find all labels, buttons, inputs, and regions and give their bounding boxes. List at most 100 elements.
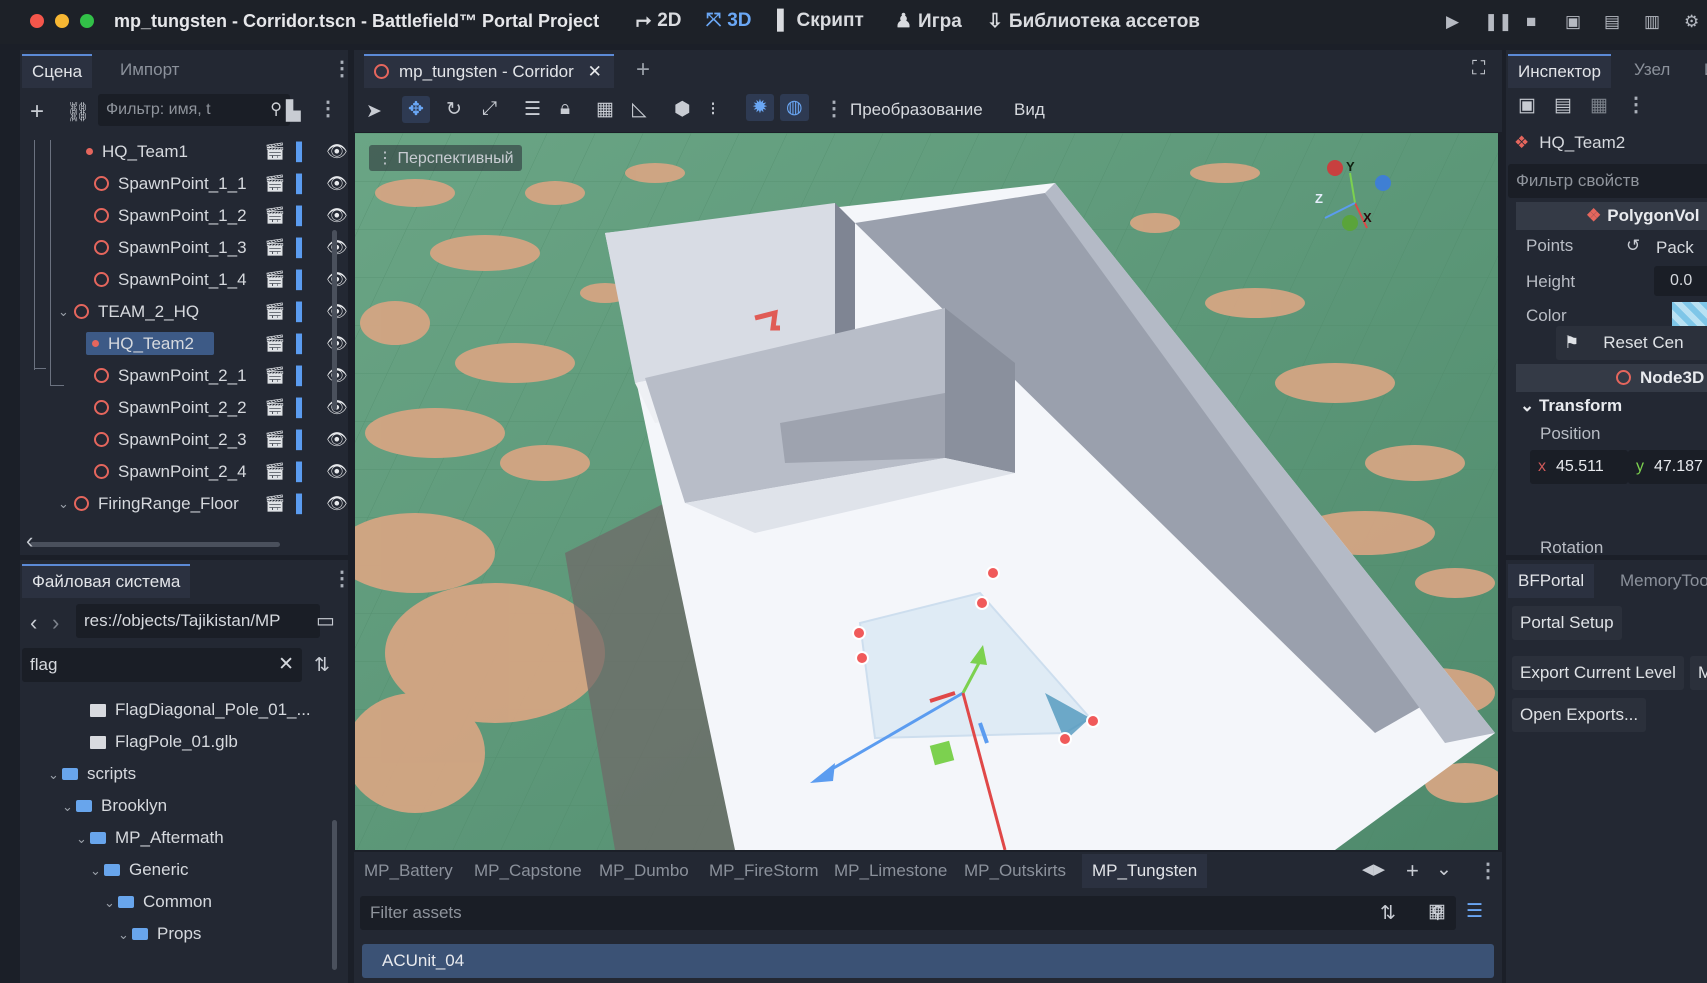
select-tool-icon[interactable]: ➤ [366,100,382,123]
remote-debug-icon[interactable]: ▣ [1565,12,1581,32]
play-scene-icon[interactable]: ▤ [1604,12,1620,32]
asset-tab[interactable]: MP_Battery [354,854,463,888]
file-tree-item[interactable]: ⌄ Generic [90,854,189,886]
move-tool-icon[interactable]: ✥ [402,96,430,123]
scene-tools-menu-icon[interactable]: ⋮ [318,96,338,121]
chevron-left-icon[interactable]: ‹ [26,528,33,554]
script-icon[interactable]: ▌ [296,360,308,392]
grid-view-icon[interactable]: ▦ [1428,900,1446,923]
back-icon[interactable]: ‹ [30,610,37,636]
scene-tree-item[interactable]: SpawnPoint_1_1 🎬︎ ▌ 👁︎ [44,168,354,200]
height-field[interactable]: 0.0 [1654,266,1707,296]
file-tree-item[interactable]: ⌄ Common [104,886,212,918]
script-icon[interactable]: ▌ [296,424,308,456]
tab-scene-file[interactable]: mp_tungsten - Corridor ✕ [364,54,614,88]
scene-instance-icon[interactable]: 🎬︎ [264,136,286,168]
inspected-node[interactable]: ❖ HQ_Team2 [1514,126,1707,160]
asset-tab[interactable]: MP_FireStorm [699,854,829,888]
tab-scene[interactable]: Сцена [22,54,93,88]
scene-tree-item[interactable]: ⌄TEAM_2_HQ🎬︎▌👁︎ [44,296,354,328]
visibility-eye-icon[interactable]: 👁︎ [326,168,348,200]
tab-import[interactable]: Импорт [110,54,189,86]
maximize-window-button[interactable] [80,14,94,28]
distraction-free-icon[interactable]: ⛶ [1472,58,1485,80]
file-tree-item[interactable]: FlagPole_01.glb [76,726,238,758]
clear-search-icon[interactable]: ✕ [278,648,294,682]
scene-instance-icon[interactable]: 🎬︎ [264,360,286,392]
new-tab-icon[interactable]: + [636,56,650,84]
new-resource-icon[interactable]: ▣ [1518,94,1536,117]
transform-menu[interactable]: Преобразование [850,100,983,120]
chevron-down-icon[interactable]: ⌄ [90,855,104,887]
visibility-eye-icon[interactable]: 👁︎ [326,200,348,232]
snap-icon[interactable]: ⁝ [710,98,716,121]
tab-history[interactable]: И [1694,54,1707,86]
movie-maker-icon[interactable]: ⚙ [1684,12,1699,32]
node3d-header[interactable]: Node3D [1516,364,1707,392]
color-swatch[interactable] [1672,302,1707,326]
file-tree-item[interactable]: FlagDiagonal_Pole_01_... [76,694,311,726]
sort-icon[interactable]: ⇅ [314,654,330,677]
3d-viewport[interactable]: ⋮ Перспективный Y Z X [355,133,1498,850]
file-tree-scrollbar[interactable] [332,820,337,970]
script-icon[interactable]: ▌ [296,392,308,424]
scene-tree-item[interactable]: SpawnPoint_2_3 🎬︎ ▌ 👁︎ [44,424,354,456]
scene-instance-icon[interactable]: 🎬︎ [264,424,286,456]
scene-tree-item[interactable]: HQ_Team2🎬︎▌👁︎ [44,328,354,360]
export-current-level-button[interactable]: Export Current Level [1512,656,1684,690]
visibility-eye-icon[interactable]: 👁︎ [326,136,348,168]
split-view-icon[interactable]: ▭ [316,608,335,633]
open-exports-button[interactable]: Open Exports... [1512,698,1647,732]
close-tab-icon[interactable]: ✕ [588,56,602,88]
chevron-down-icon[interactable]: ⌄ [118,919,132,951]
path-field[interactable]: res://objects/Tajikistan/MP [76,604,320,638]
local-space-icon[interactable]: ⬢ [674,98,691,121]
filesystem-menu-icon[interactable]: ⋮ [332,566,352,591]
script-icon[interactable]: ▌ [296,232,308,264]
asset-tab[interactable]: MP_Outskirts [954,854,1076,888]
list-select-icon[interactable]: ☰ [524,98,541,121]
visibility-eye-icon[interactable]: 👁︎ [326,424,348,456]
ruler-icon[interactable]: ◺ [632,98,647,121]
scene-tree-item[interactable]: SpawnPoint_2_4 🎬︎ ▌ 👁︎ [44,456,354,488]
inspector-menu-icon[interactable]: ⋮ [1626,92,1646,117]
tab-inspector[interactable]: Инспектор [1508,54,1611,88]
tab-filesystem[interactable]: Файловая система [22,564,191,598]
lock-icon[interactable]: 🔒︎ [560,98,570,120]
scene-dock-menu-icon[interactable]: ⋮ [332,56,352,81]
scene-tree-item[interactable]: SpawnPoint_2_2🎬︎▌👁︎ [44,392,354,424]
mode-asset-library-button[interactable]: ⇩ Библиотека ассетов [987,10,1200,33]
transform-section[interactable]: ⌄ Transform [1520,396,1622,416]
group-icon[interactable]: ▦ [596,98,614,121]
asset-tab[interactable]: MP_Limestone [824,854,957,888]
scene-instance-icon[interactable]: 🎬︎ [264,296,286,328]
scene-tree-item[interactable]: ⌄ FiringRange_Floor 🎬︎ ▌ 👁︎ [44,488,354,520]
scene-tree-hscrollbar[interactable] [30,542,280,547]
position-y-field[interactable]: y 47.187 [1628,450,1707,484]
perspective-menu[interactable]: ⋮ Перспективный [369,145,522,171]
mode-3d-button[interactable]: ⤧ 3D [706,10,752,32]
asset-tab[interactable]: MP_Dumbo [589,854,699,888]
chevron-down-icon[interactable]: ⌄ [58,296,72,328]
mode-game-button[interactable]: ♟ Игра [895,10,962,33]
property-filter-input[interactable]: Фильтр свойств [1508,164,1707,198]
link-icon[interactable]: ⛓ [66,100,90,124]
asset-menu-icon[interactable]: ⋮ [1478,858,1498,883]
environment-preview-icon[interactable]: ◍ [780,94,809,121]
points-value[interactable]: Pack [1656,238,1694,258]
script-icon[interactable]: ▌ [296,456,308,488]
asset-tab[interactable]: MP_Tungsten [1082,854,1208,888]
scene-tree-item[interactable]: SpawnPoint_2_1🎬︎▌👁︎ [44,360,354,392]
reset-center-button[interactable]: ⚑ Reset Cen [1556,326,1707,360]
more-export-button[interactable]: M [1690,656,1707,690]
tab-node[interactable]: Узел [1624,54,1680,86]
mode-script-button[interactable]: ▌ Скрипт [777,10,864,32]
chevron-down-icon[interactable]: ⌄ [62,791,76,823]
scroll-tabs-icon[interactable]: ◀▶ [1362,860,1385,878]
script-icon[interactable]: ▌ [296,488,308,520]
revert-icon[interactable]: ↺ [1626,236,1640,256]
script-icon[interactable]: ▌ [296,328,308,360]
script-icon[interactable]: ▌ [296,200,308,232]
scene-instance-icon[interactable]: 🎬︎ [264,456,286,488]
visibility-eye-icon[interactable]: 👁︎ [326,488,348,520]
